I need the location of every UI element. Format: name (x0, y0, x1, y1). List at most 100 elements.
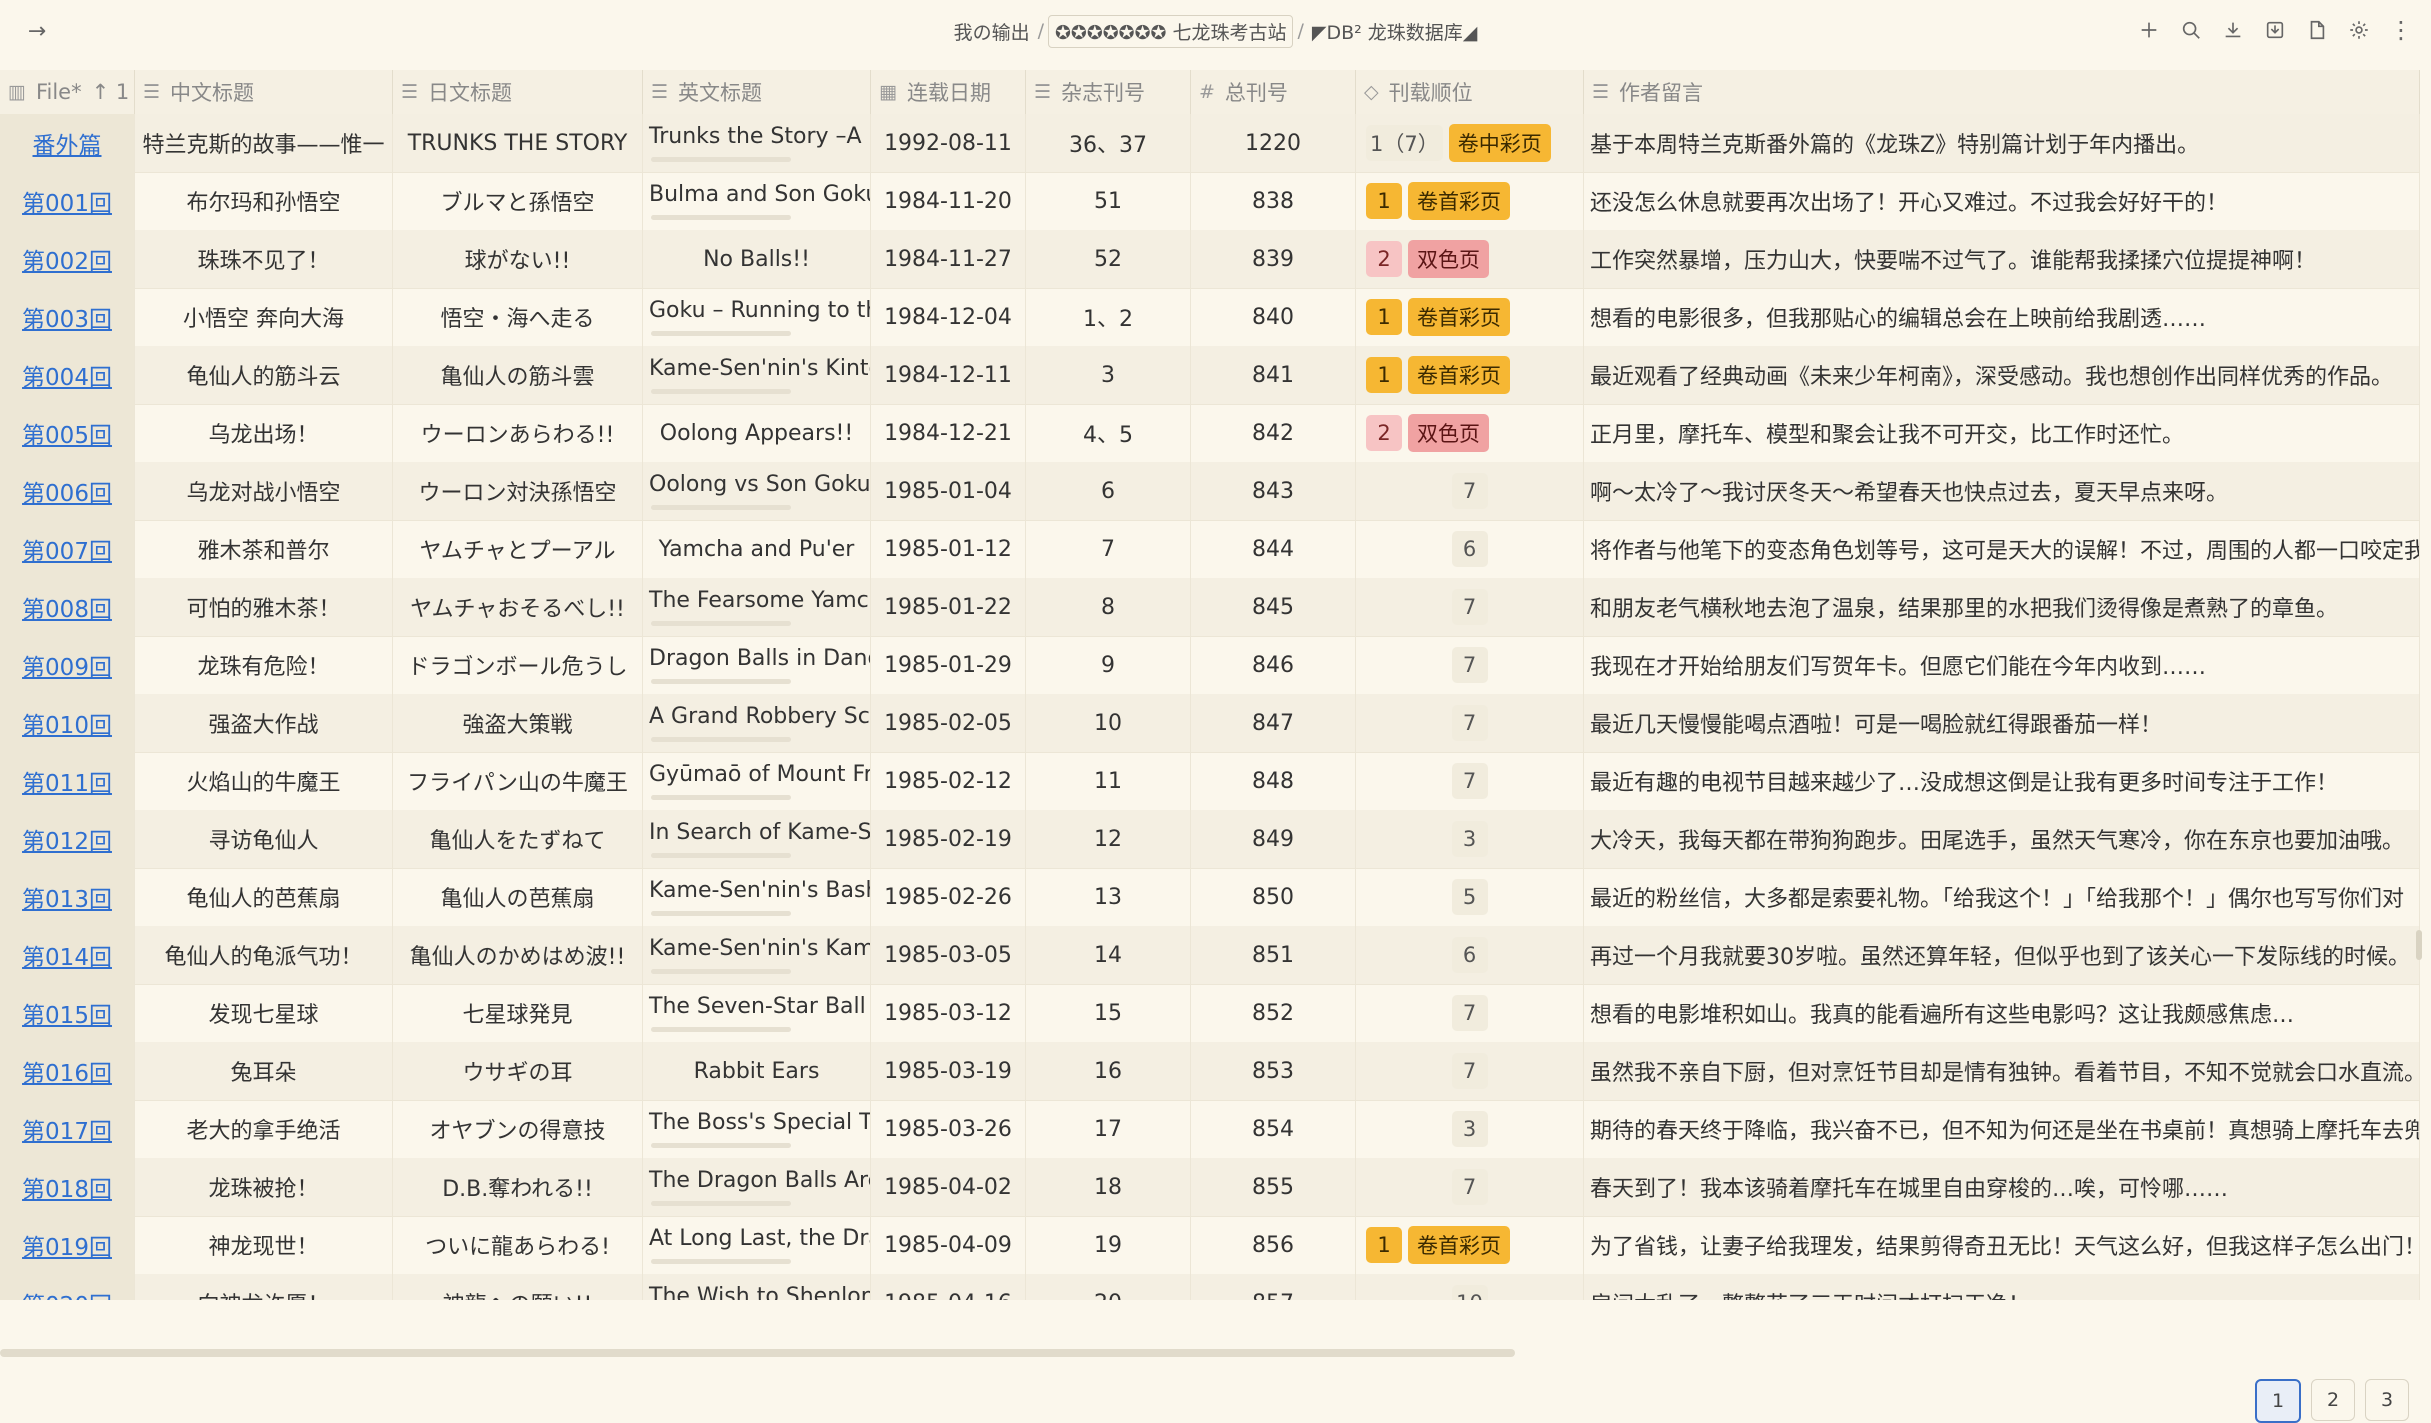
rank-number-badge[interactable]: 6 (1451, 531, 1488, 567)
file-link[interactable]: 第016回 (22, 1054, 112, 1088)
table-row[interactable]: 第008回 可怕的雅木茶！ ヤムチャおそるべし!! The Fearsome Yamc… (0, 578, 2420, 637)
page-button-3[interactable]: 3 (2365, 1379, 2409, 1421)
vertical-scrollbar[interactable] (2416, 930, 2422, 960)
horizontal-scrollbar[interactable] (0, 1349, 1515, 1357)
breadcrumb-item[interactable]: ✪✪✪✪✪✪✪ 七龙珠考古站 (1047, 14, 1294, 48)
table-row[interactable]: 第001回 布尔玛和孙悟空 ブルマと孫悟空 Bulma and Son Goku 198… (0, 172, 2420, 231)
column-header-total[interactable]: # 总刊号 (1191, 70, 1356, 114)
more-icon[interactable]: ⋮ (2387, 14, 2415, 46)
page-type-tag[interactable]: 卷首彩页 (1408, 298, 1510, 336)
table-row[interactable]: 第002回 珠珠不见了！ 球がない!! No Balls!! 1984-11-27 52 8… (0, 230, 2420, 289)
rank-number-badge[interactable]: 1 (1366, 299, 1402, 335)
file-link[interactable]: 第006回 (22, 474, 112, 508)
file-link[interactable]: 第017回 (22, 1112, 112, 1146)
table-row[interactable]: 第015回 发现七星球 七星球発見 The Seven-Star Ball 1985-0… (0, 984, 2420, 1043)
rank-number-badge[interactable]: 2 (1366, 415, 1402, 451)
file-link[interactable]: 第008回 (22, 590, 112, 624)
rank-number-badge[interactable]: 7 (1451, 1169, 1488, 1205)
file-link[interactable]: 第010回 (22, 706, 112, 740)
table-row[interactable]: 第010回强盗大作战強盗大策戦A Grand Robbery Scheme198… (0, 694, 2420, 753)
table-row[interactable]: 第003回小悟空 奔向大海悟空・海へ走るGoku – Running to th… (0, 288, 2420, 347)
file-link[interactable]: 第011回 (22, 764, 112, 798)
table-row[interactable]: 第004回龟仙人的筋斗云亀仙人の筋斗雲Kame-Sen'nin's Kinto'… (0, 346, 2420, 405)
page-type-tag[interactable]: 卷首彩页 (1408, 1226, 1510, 1264)
file-link[interactable]: 第009回 (22, 648, 112, 682)
file-link[interactable]: 第001回 (22, 184, 112, 218)
rank-number-badge[interactable]: 6 (1451, 937, 1488, 973)
rank-number-badge[interactable]: 1 (1366, 1227, 1402, 1263)
file-link[interactable]: 番外篇 (33, 126, 102, 160)
breadcrumb-item[interactable]: 我の输出 (950, 18, 1034, 45)
rank-number-badge[interactable]: 3 (1451, 821, 1488, 857)
rank-number-badge[interactable]: 7 (1451, 647, 1488, 683)
file-link[interactable]: 第007回 (22, 532, 112, 566)
table-row[interactable]: 第005回 乌龙出场！ ウーロンあらわる!! Oolong Appears!! 1984… (0, 404, 2420, 463)
column-header-rank[interactable]: ◇ 刊载顺位 (1356, 70, 1584, 114)
table-row[interactable]: 第013回龟仙人的芭蕉扇亀仙人の芭蕉扇Kame-Sen'nin's Bashōs… (0, 868, 2420, 927)
file-link[interactable]: 第004回 (22, 358, 112, 392)
column-header-note[interactable]: ☰ 作者留言 (1584, 70, 2420, 114)
date-cell: 1985-02-19 (871, 810, 1026, 868)
table-row[interactable]: 第011回火焰山的牛魔王フライパン山の牛魔王Gyūmaō of Mount Fr… (0, 752, 2420, 811)
table-row[interactable]: 第018回龙珠被抢！D.B.奪われる!!The Dragon Balls Are… (0, 1158, 2420, 1217)
rank-number-badge[interactable]: 10 (1451, 1285, 1488, 1300)
column-header-file[interactable]: ▥ File* ↑ 1 (0, 70, 135, 114)
rank-number-badge[interactable]: 1 (1366, 183, 1402, 219)
page-button-2[interactable]: 2 (2311, 1379, 2355, 1421)
file-link[interactable]: 第019回 (22, 1228, 112, 1262)
date-cell: 1985-02-26 (871, 868, 1026, 926)
breadcrumb-item-current[interactable]: ◤DB² 龙珠数据库◢ (1308, 18, 1482, 45)
table-row[interactable]: 第007回 雅木茶和普尔 ヤムチャとプーアル Yamcha and Pu'er 1985… (0, 520, 2420, 579)
cell-overflow-bar (651, 737, 791, 742)
column-header-zh[interactable]: ☰ 中文标题 (135, 70, 393, 114)
rank-number-badge[interactable]: 5 (1451, 879, 1488, 915)
file-link[interactable]: 第012回 (22, 822, 112, 856)
rank-number-badge[interactable]: 2 (1366, 241, 1402, 277)
table-row[interactable]: 番外篇 特兰克斯的故事——惟一 TRUNKS THE STORY Trunks the… (0, 114, 2420, 173)
gear-icon[interactable] (2345, 14, 2373, 46)
file-icon[interactable] (2303, 14, 2331, 46)
rank-number-badge[interactable]: 3 (1451, 1111, 1488, 1147)
import-icon[interactable] (2261, 14, 2289, 46)
table-row[interactable]: 第012回寻访龟仙人亀仙人をたずねてIn Search of Kame-Sen'… (0, 810, 2420, 869)
file-link[interactable]: 第005回 (22, 416, 112, 450)
rank-cell: 1 卷首彩页 (1356, 172, 1584, 230)
table-row[interactable]: 第006回 乌龙对战小悟空 ウーロン対決孫悟空 Oolong vs Son Goku 1… (0, 462, 2420, 521)
plus-icon[interactable] (2135, 14, 2163, 46)
file-link[interactable]: 第014回 (22, 938, 112, 972)
page-button-1[interactable]: 1 (2255, 1379, 2301, 1423)
rank-number-badge[interactable]: 1（7） (1366, 125, 1443, 161)
table-row[interactable]: 第014回 龟仙人的龟派气功！ 亀仙人のかめはめ波!! Kame-Sen'nin's … (0, 926, 2420, 985)
rank-number-badge[interactable]: 7 (1451, 763, 1488, 799)
rank-tags: 1 卷首彩页 (1366, 298, 1510, 336)
column-header-en[interactable]: ☰ 英文标题 (643, 70, 871, 114)
rank-number-badge[interactable]: 1 (1366, 357, 1402, 393)
table-row[interactable]: 第017回 老大的拿手绝活 オヤブンの得意技 The Boss's Special T… (0, 1100, 2420, 1159)
search-icon[interactable] (2177, 14, 2205, 46)
file-link[interactable]: 第003回 (22, 300, 112, 334)
rank-number-badge[interactable]: 7 (1451, 1053, 1488, 1089)
file-link[interactable]: 第020回 (22, 1286, 112, 1300)
file-link[interactable]: 第002回 (22, 242, 112, 276)
table-row[interactable]: 第009回 龙珠有危险！ ドラゴンボール危うし Dragon Balls in Dan… (0, 636, 2420, 695)
column-header-date[interactable]: ▦ 连载日期 (871, 70, 1026, 114)
rank-number-badge[interactable]: 7 (1451, 473, 1488, 509)
file-link[interactable]: 第015回 (22, 996, 112, 1030)
rank-number-badge[interactable]: 7 (1451, 589, 1488, 625)
table-row[interactable]: 第020回向神龙许愿！神龍への願い!!The Wish to Shenlong1… (0, 1274, 2420, 1300)
page-type-tag[interactable]: 卷首彩页 (1408, 356, 1510, 394)
column-header-ja[interactable]: ☰ 日文标题 (393, 70, 643, 114)
page-type-tag[interactable]: 卷中彩页 (1448, 124, 1551, 162)
page-type-tag[interactable]: 双色页 (1408, 414, 1489, 452)
rank-number-badge[interactable]: 7 (1451, 705, 1488, 741)
rank-number-badge[interactable]: 7 (1451, 995, 1488, 1031)
download-icon[interactable] (2219, 14, 2247, 46)
column-header-issue[interactable]: ☰ 杂志刊号 (1026, 70, 1191, 114)
table-row[interactable]: 第019回神龙现世！ついに龍あらわる!At Long Last, the Dra… (0, 1216, 2420, 1275)
page-type-tag[interactable]: 双色页 (1408, 240, 1489, 278)
table-row[interactable]: 第016回 兔耳朵 ウサギの耳 Rabbit Ears 1985-03-19 16 853 7… (0, 1042, 2420, 1101)
page-type-tag[interactable]: 卷首彩页 (1408, 182, 1510, 220)
file-link[interactable]: 第013回 (22, 880, 112, 914)
sort-indicator[interactable]: ↑ 1 (92, 80, 130, 104)
file-link[interactable]: 第018回 (22, 1170, 112, 1204)
